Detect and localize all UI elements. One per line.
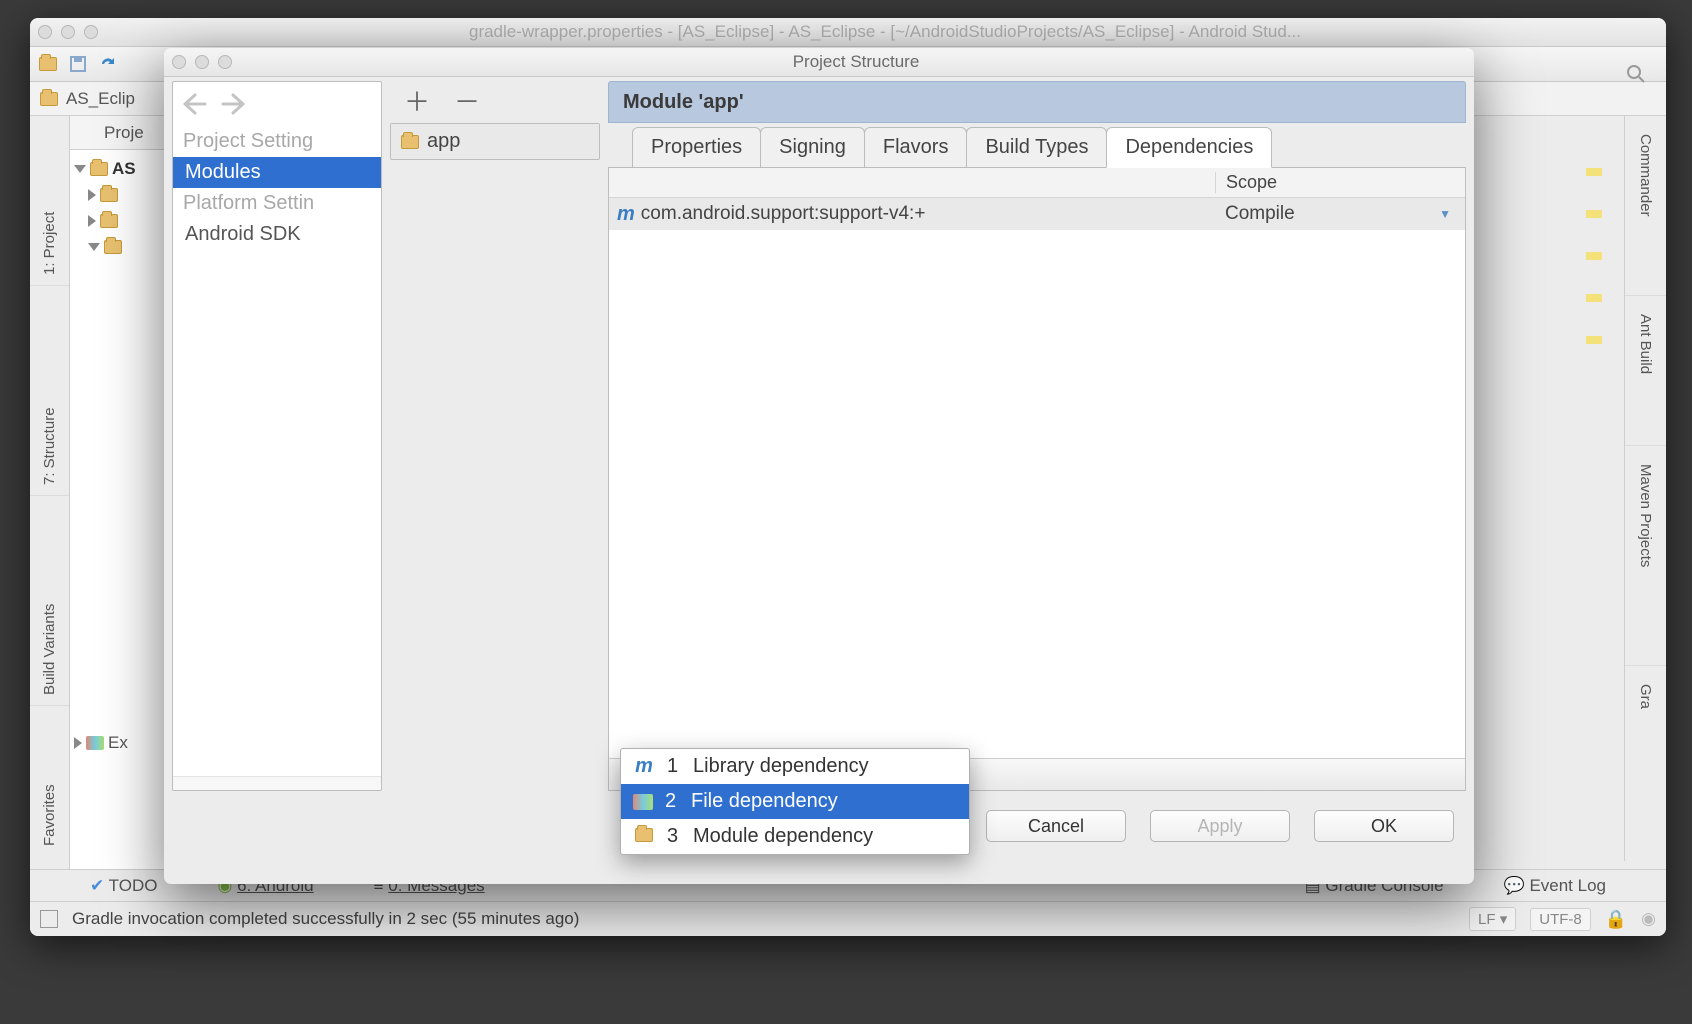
tool-commander[interactable]: Commander (1625, 116, 1666, 296)
maven-icon: m (617, 203, 635, 226)
collapse-icon[interactable] (88, 189, 96, 201)
tool-favorites[interactable]: Favorites (30, 706, 69, 856)
dependency-name: com.android.support:support-v4:+ (641, 203, 926, 225)
add-module-button[interactable]: ＋ (404, 82, 430, 119)
minimize-window-icon[interactable] (61, 25, 75, 39)
module-tabs: Properties Signing Flavors Build Types D… (608, 123, 1466, 167)
right-tool-strip: Commander Ant Build Maven Projects Gra (1624, 116, 1666, 861)
forward-icon[interactable] (221, 93, 245, 115)
zoom-window-icon[interactable] (218, 55, 232, 69)
left-tool-strip: 1: Project 7: Structure Build Variants F… (30, 116, 70, 886)
module-item-app[interactable]: app (391, 124, 599, 159)
lock-icon[interactable]: 🔒 (1605, 909, 1627, 930)
dropdown-icon: ▼ (1439, 207, 1451, 221)
tab-properties[interactable]: Properties (632, 127, 761, 167)
popup-item-module-dependency[interactable]: 3 Module dependency (621, 819, 969, 854)
marker-icon[interactable] (1586, 168, 1602, 176)
tab-build-types[interactable]: Build Types (966, 127, 1107, 167)
dialog-title: Project Structure (246, 52, 1466, 72)
table-row[interactable]: m com.android.support:support-v4:+ Compi… (609, 198, 1465, 230)
tab-todo[interactable]: ✔ TODO (90, 876, 157, 896)
settings-group-platform: Platform Settin (173, 188, 381, 219)
marker-icon[interactable] (1586, 294, 1602, 302)
tab-dependencies[interactable]: Dependencies (1106, 127, 1272, 168)
expand-icon[interactable] (88, 243, 100, 251)
main-titlebar: gradle-wrapper.properties - [AS_Eclipse]… (30, 18, 1666, 47)
maven-icon: m (633, 755, 655, 778)
settings-nav (173, 82, 381, 126)
folder-icon (104, 240, 122, 254)
add-dependency-popup: m 1 Library dependency 2 File dependency… (620, 748, 970, 855)
status-icon[interactable] (40, 910, 58, 928)
marker-icon[interactable] (1586, 336, 1602, 344)
folder-icon (100, 188, 118, 202)
modules-list: app (390, 123, 600, 160)
folder-icon (40, 92, 58, 106)
status-bar: Gradle invocation completed successfully… (30, 901, 1666, 936)
libraries-icon (633, 794, 653, 810)
breadcrumb-item[interactable]: AS_Eclip (66, 89, 135, 109)
folder-icon (633, 825, 655, 848)
dependencies-table-header: Scope (609, 168, 1465, 198)
minimize-window-icon[interactable] (195, 55, 209, 69)
tool-structure[interactable]: 7: Structure (30, 286, 69, 496)
sync-icon[interactable] (98, 54, 118, 74)
open-icon[interactable] (38, 54, 58, 74)
search-button[interactable] (1616, 58, 1656, 90)
tool-build-variants[interactable]: Build Variants (30, 496, 69, 706)
tool-project[interactable]: 1: Project (30, 116, 69, 286)
popup-item-file-dependency[interactable]: 2 File dependency (621, 784, 969, 819)
inspector-icon[interactable]: ◉ (1641, 909, 1656, 929)
line-separator-selector[interactable]: LF ▾ (1469, 907, 1516, 931)
module-header: Module 'app' (608, 81, 1466, 123)
tab-signing[interactable]: Signing (760, 127, 865, 167)
collapse-icon[interactable] (88, 215, 96, 227)
popup-item-library-dependency[interactable]: m 1 Library dependency (621, 749, 969, 784)
status-message: Gradle invocation completed successfully… (72, 909, 579, 929)
scope-selector[interactable]: Compile ▼ (1215, 203, 1465, 225)
window-title: gradle-wrapper.properties - [AS_Eclipse]… (112, 22, 1658, 42)
expand-icon[interactable] (74, 165, 86, 173)
settings-group-project: Project Setting (173, 126, 381, 157)
dialog-titlebar: Project Structure (164, 48, 1474, 77)
column-scope[interactable]: Scope (1215, 172, 1465, 193)
encoding-selector[interactable]: UTF-8 (1530, 908, 1591, 931)
back-icon[interactable] (183, 93, 207, 115)
tool-maven-projects[interactable]: Maven Projects (1625, 446, 1666, 666)
module-details-panel: Module 'app' Properties Signing Flavors … (608, 81, 1466, 791)
editor-markers (1586, 168, 1610, 378)
zoom-window-icon[interactable] (84, 25, 98, 39)
settings-item-modules[interactable]: Modules (173, 157, 381, 188)
scrollbar-horizontal[interactable] (173, 776, 381, 790)
remove-module-button[interactable]: － (454, 82, 480, 119)
apply-button[interactable]: Apply (1150, 810, 1290, 842)
libraries-icon (86, 736, 104, 750)
dependencies-panel: Scope m com.android.support:support-v4:+… (608, 167, 1466, 791)
ok-button[interactable]: OK (1314, 810, 1454, 842)
dependencies-table-body: m com.android.support:support-v4:+ Compi… (609, 198, 1465, 758)
settings-item-android-sdk[interactable]: Android SDK (173, 219, 381, 250)
tool-gradle[interactable]: Gra (1625, 666, 1666, 756)
collapse-icon[interactable] (74, 737, 82, 749)
folder-icon (100, 214, 118, 228)
cancel-button[interactable]: Cancel (986, 810, 1126, 842)
close-window-icon[interactable] (38, 25, 52, 39)
settings-list: Project Setting Modules Platform Settin … (172, 81, 382, 791)
save-icon[interactable] (68, 54, 88, 74)
marker-icon[interactable] (1586, 210, 1602, 218)
tool-ant-build[interactable]: Ant Build (1625, 296, 1666, 446)
close-window-icon[interactable] (172, 55, 186, 69)
traffic-lights (172, 55, 232, 69)
module-folder-icon (401, 135, 419, 149)
tab-flavors[interactable]: Flavors (864, 127, 968, 167)
traffic-lights (38, 25, 98, 39)
marker-icon[interactable] (1586, 252, 1602, 260)
folder-icon (90, 162, 108, 176)
tab-event-log[interactable]: 💬 Event Log (1504, 876, 1606, 896)
